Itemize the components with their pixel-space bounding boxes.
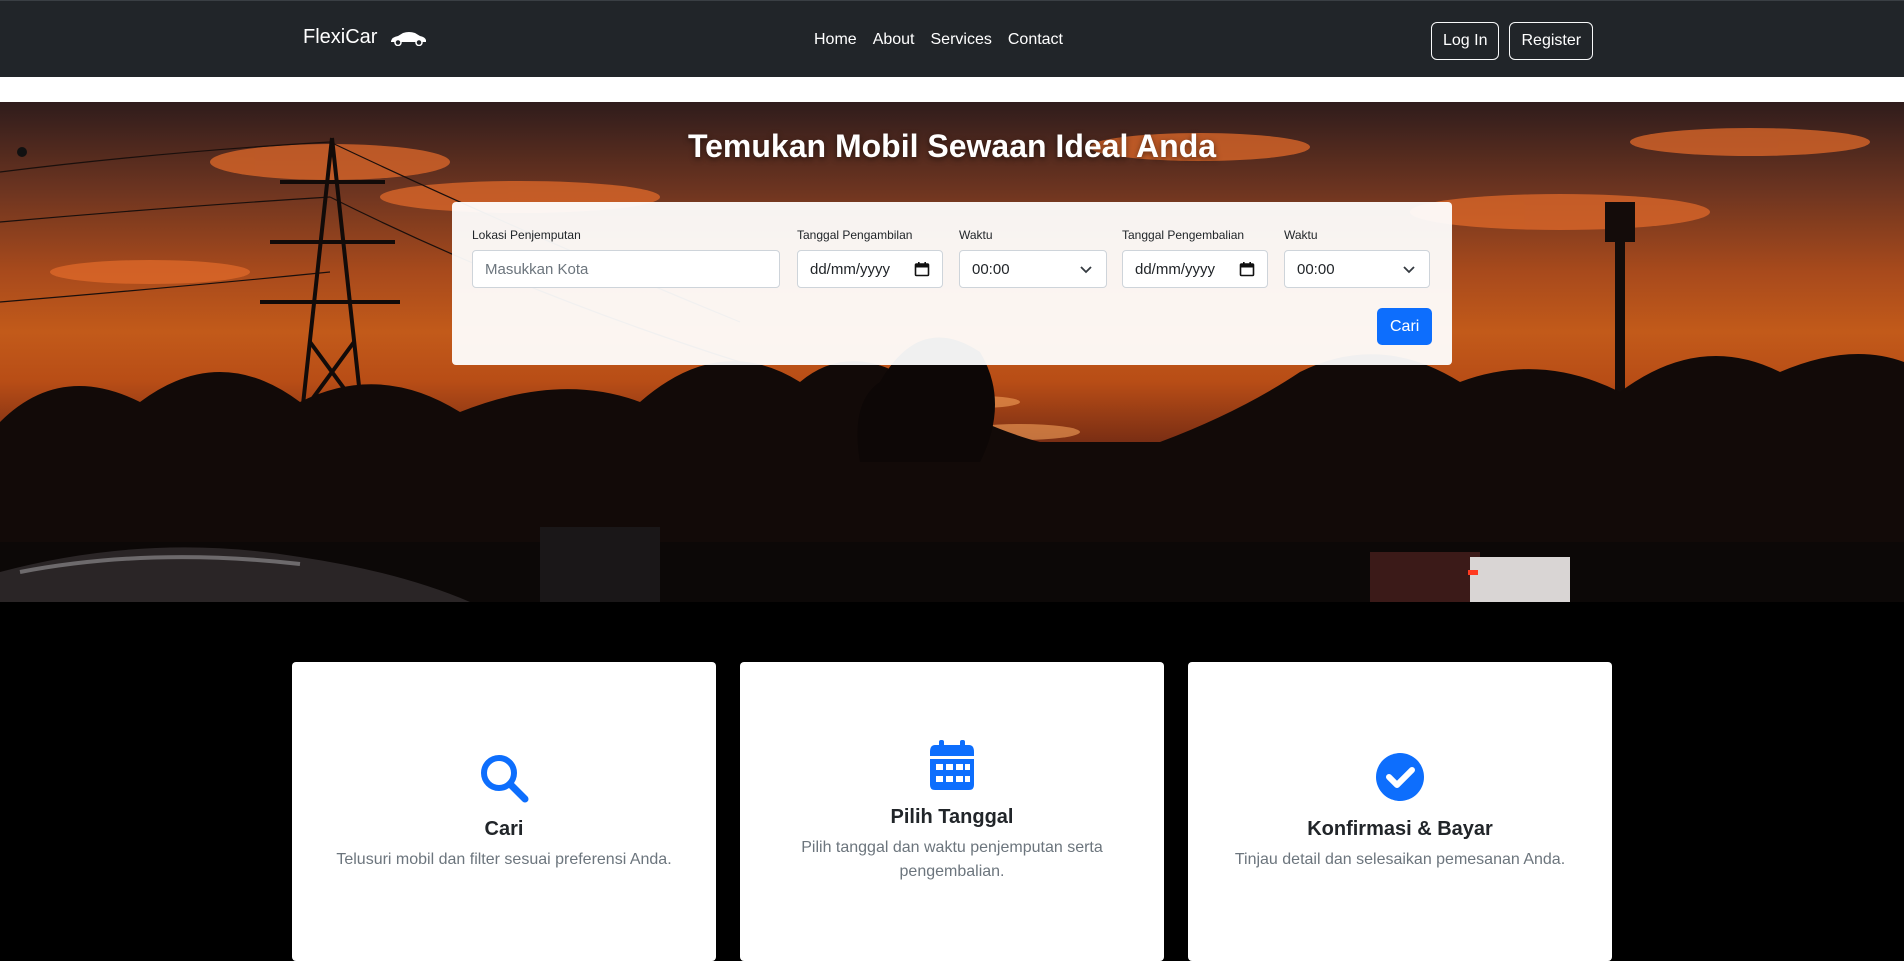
return-date-field: Tanggal Pengembalian dd/mm/yyyy [1122,228,1268,288]
feature-card-search: Cari Telusuri mobil dan filter sesuai pr… [292,662,716,961]
pickup-date-field: Tanggal Pengambilan dd/mm/yyyy [797,228,943,288]
feature-card-confirm: Konfirmasi & Bayar Tinjau detail dan sel… [1188,662,1612,961]
search-form: Lokasi Penjemputan Masukkan Kota Tanggal… [452,202,1452,365]
search-icon [481,755,529,803]
pickup-time-value: 00:00 [972,260,1010,278]
calendar-icon [930,740,974,790]
brand-logo[interactable]: FlexiCar [303,26,427,49]
nav-link-services[interactable]: Services [931,31,992,49]
return-time-field: Waktu 00:00 [1284,228,1430,288]
pickup-location-label: Lokasi Penjemputan [472,228,581,242]
return-date-input[interactable]: dd/mm/yyyy [1122,250,1268,288]
feature-text: Telusuri mobil dan filter sesuai prefere… [336,851,672,868]
pickup-time-field: Waktu 00:00 [959,228,1107,288]
pickup-location-input[interactable]: Masukkan Kota [472,250,780,288]
return-time-select[interactable]: 00:00 [1284,250,1430,288]
pickup-date-input[interactable]: dd/mm/yyyy [797,250,943,288]
feature-title: Pilih Tanggal [890,806,1014,828]
feature-card-date: Pilih Tanggal Pilih tanggal dan waktu pe… [740,662,1164,961]
feature-text: Tinjau detail dan selesaikan pemesanan A… [1234,851,1566,868]
pickup-time-select[interactable]: 00:00 [959,250,1107,288]
search-button[interactable]: Cari [1377,308,1433,345]
pickup-date-label: Tanggal Pengambilan [797,228,913,242]
hero-title: Temukan Mobil Sewaan Ideal Anda [687,128,1217,164]
nav-links: Home About Services Contact [814,31,1063,49]
header-spacer [0,77,1904,102]
pickup-location-field: Lokasi Penjemputan Masukkan Kota [472,228,780,288]
nav-link-home[interactable]: Home [814,31,857,49]
pickup-time-label: Waktu [959,228,993,242]
return-time-label: Waktu [1284,228,1318,242]
register-button[interactable]: Register [1509,22,1594,60]
feature-text: Pilih tanggal dan waktu penjemputan sert… [801,839,1103,880]
brand-name: FlexiCar [303,26,378,48]
pickup-location-placeholder: Masukkan Kota [485,260,589,278]
return-time-value: 00:00 [1297,260,1335,278]
nav-link-contact[interactable]: Contact [1008,31,1063,49]
feature-title: Cari [484,818,524,840]
auth-buttons: Log In Register [1431,22,1594,60]
return-date-label: Tanggal Pengembalian [1122,228,1245,242]
check-circle-icon [1376,753,1424,801]
car-icon [391,31,427,46]
return-date-value: dd/mm/yyyy [1135,260,1216,278]
pickup-date-value: dd/mm/yyyy [810,260,891,278]
navbar: FlexiCar Home About Services Contact Log… [0,0,1904,77]
nav-link-about[interactable]: About [873,31,915,49]
chevron-down-icon [1403,266,1415,274]
hero-section: Temukan Mobil Sewaan Ideal Anda Lokasi P… [0,102,1904,602]
calendar-icon[interactable] [914,261,930,277]
calendar-icon[interactable] [1239,261,1255,277]
chevron-down-icon [1080,266,1092,274]
feature-title: Konfirmasi & Bayar [1307,818,1493,840]
login-button[interactable]: Log In [1431,22,1500,60]
